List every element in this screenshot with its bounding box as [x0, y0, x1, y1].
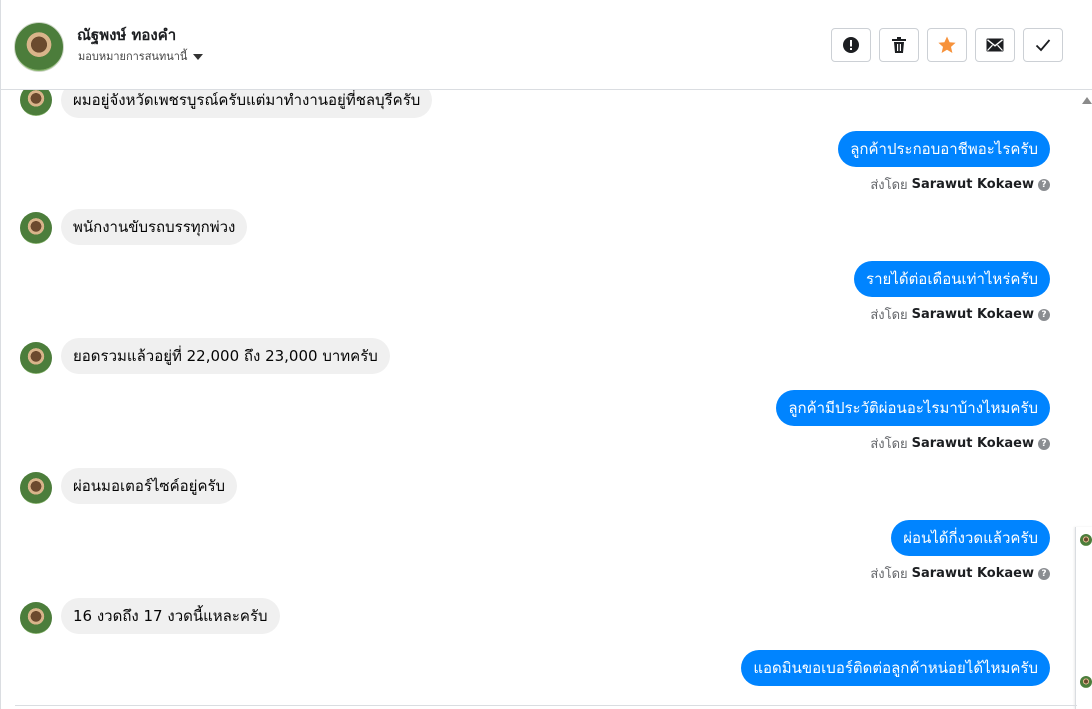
- envelope-icon: [986, 38, 1004, 52]
- outgoing-message[interactable]: ลูกค้าประกอบอาชีพอะไรครับ: [838, 131, 1050, 167]
- sender-name: Sarawut Kokaew: [911, 566, 1034, 581]
- header-actions: [831, 28, 1063, 62]
- sent-by-label: ส่งโดย: [870, 437, 908, 452]
- contact-avatar-small: [20, 602, 52, 634]
- caret-down-icon: [193, 53, 204, 60]
- sender-name: Sarawut Kokaew: [911, 436, 1034, 451]
- sender-name: Sarawut Kokaew: [911, 307, 1034, 322]
- sent-by-line: ส่งโดย Sarawut Kokaew ?: [870, 304, 1050, 325]
- assign-conversation-label: มอบหมายการสนทนานี้: [78, 50, 188, 63]
- outgoing-message[interactable]: ผ่อนได้กี่งวดแล้วครับ: [891, 520, 1050, 556]
- conversation-panel: ณัฐพงษ์ ทองคำ มอบหมายการสนทนานี้ ผมอยู่จ…: [0, 0, 1092, 709]
- trash-icon: [892, 37, 906, 53]
- sent-by-label: ส่งโดย: [870, 567, 908, 582]
- message-list[interactable]: ผมอยู่จังหวัดเพชรบูรณ์ครับแต่มาทำงานอยู่…: [1, 90, 1077, 709]
- incoming-message[interactable]: ยอดรวมแล้วอยู่ที่ 22,000 ถึง 23,000 บาทค…: [61, 338, 390, 374]
- mark-done-button[interactable]: [1023, 28, 1063, 62]
- report-button[interactable]: [831, 28, 871, 62]
- contact-avatar-small: [20, 472, 52, 504]
- sender-name: Sarawut Kokaew: [911, 177, 1034, 192]
- sent-by-line: ส่งโดย Sarawut Kokaew ?: [870, 174, 1050, 195]
- outgoing-message[interactable]: ลูกค้ามีประวัติผ่อนอะไรมาบ้างไหมครับ: [776, 390, 1050, 426]
- side-avatar[interactable]: [1080, 534, 1092, 546]
- outgoing-message[interactable]: รายได้ต่อเดือนเท่าไหร่ครับ: [854, 261, 1050, 297]
- incoming-message[interactable]: พนักงานขับรถบรรทุกพ่วง: [61, 209, 248, 245]
- assign-conversation-dropdown[interactable]: มอบหมายการสนทนานี้: [78, 47, 204, 65]
- delete-button[interactable]: [879, 28, 919, 62]
- question-icon[interactable]: ?: [1038, 308, 1050, 321]
- conversation-header: ณัฐพงษ์ ทองคำ มอบหมายการสนทนานี้: [1, 0, 1092, 90]
- contact-avatar[interactable]: [14, 22, 64, 72]
- incoming-message[interactable]: ผมอยู่จังหวัดเพชรบูรณ์ครับแต่มาทำงานอยู่…: [61, 90, 433, 118]
- sent-by-line: ส่งโดย Sarawut Kokaew ?: [870, 563, 1050, 584]
- alert-icon: [843, 37, 859, 53]
- sent-by-label: ส่งโดย: [870, 308, 908, 323]
- incoming-message[interactable]: ผ่อนมอเตอร์ไซค์อยู่ครับ: [61, 468, 238, 504]
- contact-avatar-small: [20, 90, 52, 116]
- question-icon[interactable]: ?: [1038, 437, 1050, 450]
- sent-by-label: ส่งโดย: [870, 178, 908, 193]
- contact-name[interactable]: ณัฐพงษ์ ทองคำ: [77, 23, 176, 47]
- scroll-up-arrow-icon[interactable]: [1082, 97, 1092, 104]
- question-icon[interactable]: ?: [1038, 567, 1050, 580]
- star-icon: [938, 36, 956, 53]
- check-icon: [1035, 39, 1051, 52]
- sent-by-line: ส่งโดย Sarawut Kokaew ?: [870, 433, 1050, 454]
- contact-avatar-small: [20, 212, 52, 244]
- star-button[interactable]: [927, 28, 967, 62]
- incoming-message[interactable]: 16 งวดถึง 17 งวดนี้แหละครับ: [61, 598, 280, 634]
- question-icon[interactable]: ?: [1038, 178, 1050, 191]
- contact-avatar-small: [20, 342, 52, 374]
- side-avatar[interactable]: [1080, 676, 1092, 688]
- mark-unread-button[interactable]: [975, 28, 1015, 62]
- outgoing-message[interactable]: แอดมินขอเบอร์ติดต่อลูกค้าหน่อยได้ไหมครับ: [741, 650, 1050, 686]
- composer-divider: [15, 705, 1077, 706]
